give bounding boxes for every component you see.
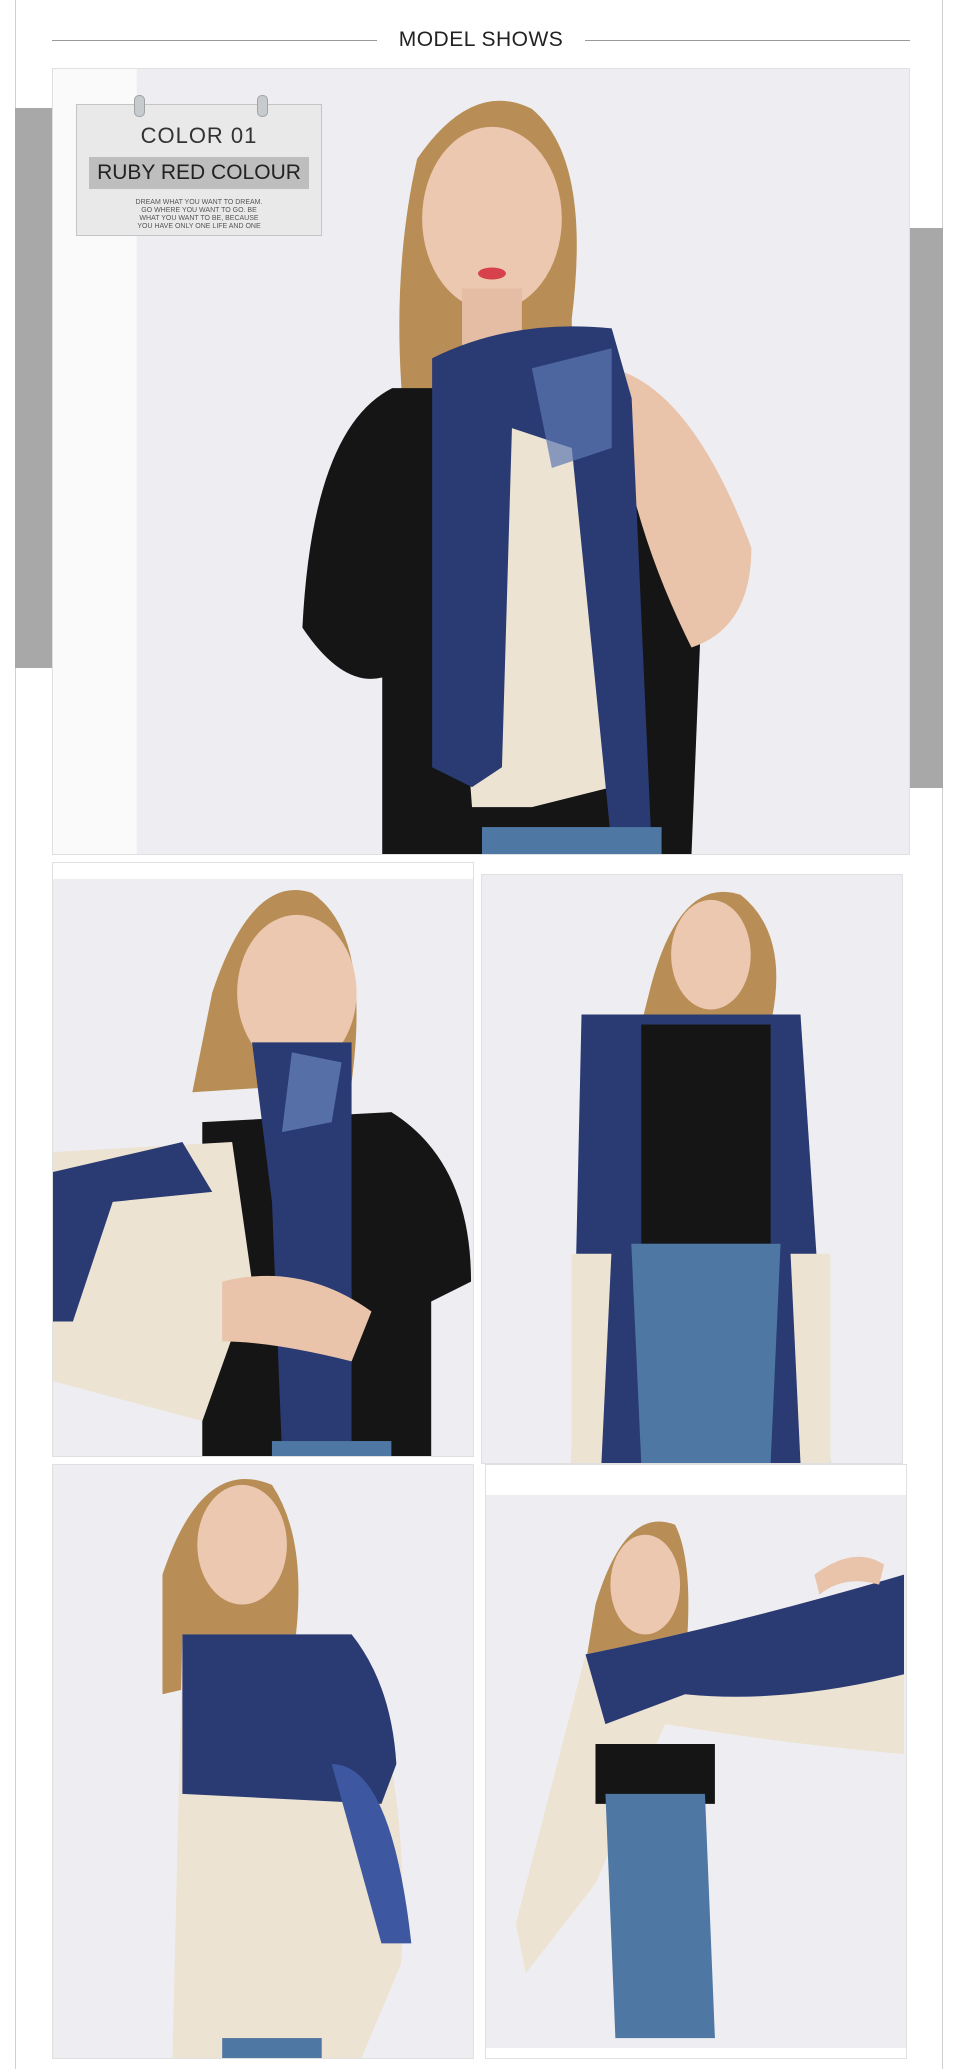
tag-hole-right	[257, 95, 268, 117]
slogan-line: DREAM WHAT YOU WANT TO DREAM.	[135, 199, 263, 206]
section-title: MODEL SHOWS	[398, 28, 564, 51]
slogan-line: WHAT YOU WANT TO BE, BECAUSE	[139, 215, 259, 222]
side-bar-left	[15, 108, 53, 668]
color-number: COLOR 01	[140, 123, 258, 148]
model-photo-front-drape	[481, 874, 903, 1464]
model-photo-side-drape	[52, 1464, 474, 2059]
tag-hole-left	[134, 95, 145, 117]
model-photo-scarf-spread	[52, 862, 474, 1457]
slogan-line: YOU HAVE ONLY ONE LIFE AND ONE	[137, 223, 261, 230]
section-header: MODEL SHOWS	[52, 22, 911, 58]
color-tag: COLOR 01 RUBY RED COLOUR DREAM WHAT YOU …	[76, 95, 322, 236]
tag-slogan: DREAM WHAT YOU WANT TO DREAM. GO WHERE Y…	[77, 199, 321, 231]
header-rule-right	[585, 39, 911, 41]
color-name: RUBY RED COLOUR	[89, 157, 309, 189]
slogan-line: GO WHERE YOU WANT TO GO. BE	[141, 207, 257, 214]
model-photo-arm-raised	[485, 1464, 907, 2059]
header-rule-left	[52, 39, 377, 41]
side-bar-right	[910, 228, 943, 788]
